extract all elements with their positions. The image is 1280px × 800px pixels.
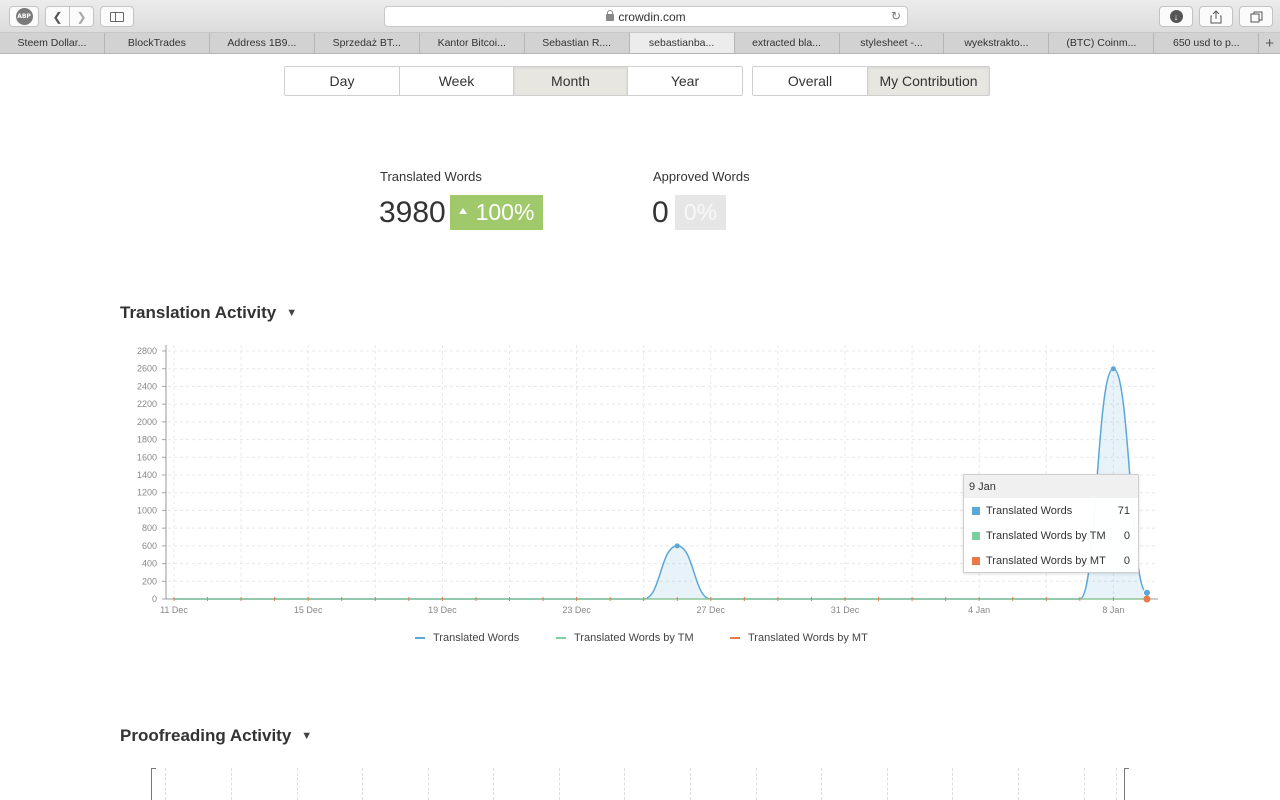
grid-line-vertical	[887, 768, 888, 800]
grid-line-vertical	[952, 768, 953, 800]
proofreading-activity-title: Proofreading Activity	[120, 726, 292, 745]
legend-item-tm[interactable]: Translated Words by TM	[556, 632, 694, 644]
y-tick-label: 2400	[137, 381, 157, 391]
grid-line-vertical	[362, 768, 363, 800]
x-tick-label: 11 Dec	[160, 605, 188, 615]
legend-label: Translated Words	[433, 632, 520, 644]
y-tick-label: 2000	[137, 417, 157, 427]
y-tick-label: 2800	[137, 346, 157, 356]
tooltip-row: Translated Words 71	[964, 498, 1138, 523]
proofreading-activity-heading[interactable]: Proofreading Activity ▼	[120, 726, 312, 746]
x-tick-label: 4 Jan	[968, 605, 990, 615]
tooltip-row-value: 0	[1123, 554, 1130, 567]
legend-swatch	[730, 637, 740, 639]
axis-bracket	[1124, 768, 1129, 800]
tooltip-row-label: Translated Words by MT	[986, 554, 1106, 567]
x-tick-label: 15 Dec	[294, 605, 323, 615]
legend-item-translated[interactable]: Translated Words	[415, 632, 519, 644]
translation-activity-chart: 0 200 400 600 800 1000 1200 1400 1600 1800 2000 220…	[137, 345, 1158, 615]
y-tick-label: 1000	[137, 505, 157, 515]
chevron-down-icon: ▼	[301, 730, 313, 742]
tooltip-row-value: 71	[1117, 504, 1130, 517]
grid-line-vertical	[165, 768, 166, 800]
y-tick-label: 2200	[137, 399, 157, 409]
y-tick-label: 1400	[137, 470, 157, 480]
tooltip-swatch	[972, 506, 980, 515]
x-tick-label: 31 Dec	[831, 605, 860, 615]
grid-line-vertical	[493, 768, 494, 800]
axis-bracket	[151, 768, 156, 800]
y-tick-label: 1200	[137, 488, 157, 498]
tooltip-row-value: 0	[1123, 529, 1130, 542]
grid-line-vertical	[1116, 768, 1117, 800]
grid-line-vertical	[821, 768, 822, 800]
tooltip-row-label: Translated Words by TM	[986, 529, 1106, 542]
data-point	[1110, 366, 1116, 372]
tooltip-swatch	[972, 556, 980, 565]
grid-line-vertical	[231, 768, 232, 800]
y-tick-label: 400	[142, 559, 157, 569]
legend-swatch	[556, 637, 566, 639]
y-tick-label: 0	[152, 594, 157, 604]
grid-line-vertical	[428, 768, 429, 800]
grid-line-vertical	[624, 768, 625, 800]
x-tick-label: 23 Dec	[562, 605, 591, 615]
grid-line-vertical	[1018, 768, 1019, 800]
tooltip-row: Translated Words by MT 0	[964, 548, 1138, 573]
data-point-highlighted	[1142, 588, 1151, 597]
x-tick-label: 19 Dec	[428, 605, 457, 615]
grid-line-vertical	[297, 768, 298, 800]
y-tick-label: 1600	[137, 452, 157, 462]
chart-tooltip: 9 Jan Translated Words 71 Translated Wor…	[963, 474, 1139, 573]
legend-swatch	[415, 637, 425, 639]
tooltip-row: Translated Words by TM 0	[964, 523, 1138, 548]
legend-label: Translated Words by TM	[574, 632, 694, 644]
grid-line-vertical	[1084, 768, 1085, 800]
tooltip-date: 9 Jan	[964, 475, 1138, 498]
grid-line-vertical	[559, 768, 560, 800]
x-tick-label: 8 Jan	[1102, 605, 1124, 615]
x-tick-label: 27 Dec	[697, 605, 726, 615]
data-point-highlighted	[1143, 595, 1151, 603]
tooltip-swatch	[972, 531, 980, 540]
y-tick-label: 200	[142, 576, 157, 586]
legend-item-mt[interactable]: Translated Words by MT	[730, 632, 868, 644]
grid-line-vertical	[690, 768, 691, 800]
grid-line-vertical	[756, 768, 757, 800]
tooltip-row-label: Translated Words	[986, 504, 1073, 517]
y-tick-label: 800	[142, 523, 157, 533]
y-tick-label: 600	[142, 541, 157, 551]
y-tick-label: 1800	[137, 435, 157, 445]
data-point	[674, 543, 680, 549]
legend-label: Translated Words by MT	[748, 632, 868, 644]
y-tick-label: 2600	[137, 364, 157, 374]
